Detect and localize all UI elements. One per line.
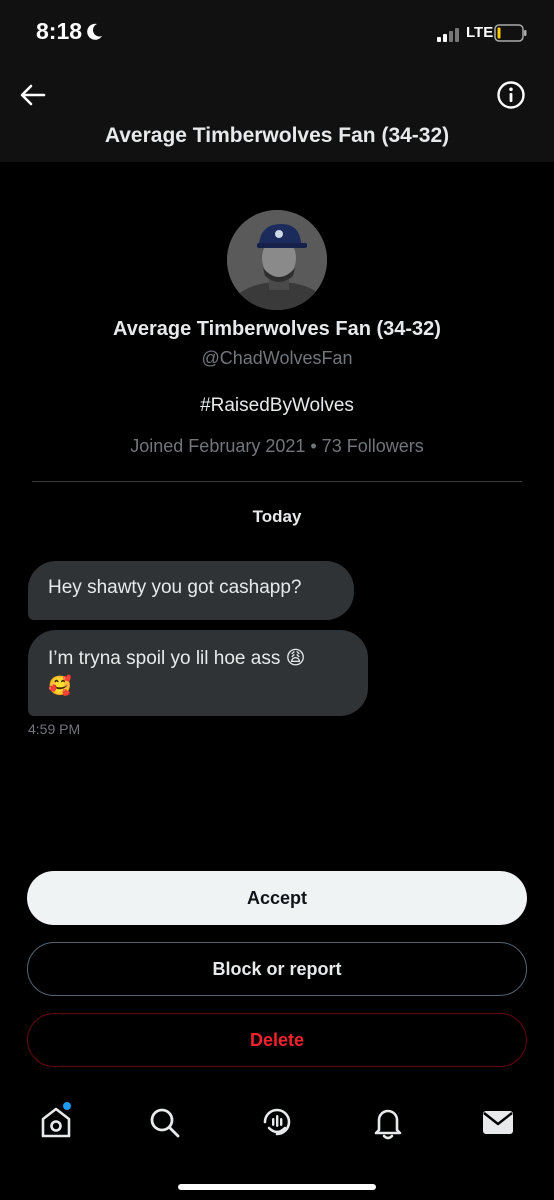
notifications-icon (374, 1109, 402, 1140)
header-title: Average Timberwolves Fan (34-32) (104, 124, 450, 147)
nav-messages[interactable] (478, 1102, 518, 1142)
battery-icon (494, 24, 527, 42)
message-text: I’m tryna spoil yo lil hoe ass 😩 (48, 648, 306, 669)
profile-meta: Joined February 2021 • 73 Followers (130, 436, 424, 456)
nav-search[interactable] (144, 1102, 184, 1142)
avatar-image (227, 210, 327, 310)
spaces-icon (263, 1108, 291, 1136)
status-time: 8:18 (36, 18, 83, 44)
messages-icon (483, 1111, 513, 1134)
nav-spaces[interactable] (257, 1102, 297, 1142)
search-icon (150, 1108, 180, 1138)
message-text: Hey shawty you got cashapp? (48, 577, 302, 598)
profile-bio: #RaisedByWolves (200, 395, 354, 416)
notification-dot (63, 1102, 71, 1110)
accept-button-label: Accept (246, 887, 308, 908)
back-arrow-icon[interactable] (18, 80, 48, 110)
bottom-nav (0, 1080, 554, 1200)
nav-home[interactable] (36, 1102, 76, 1142)
profile-name[interactable]: Average Timberwolves Fan (34-32) (0, 318, 554, 341)
delete-button-label: Delete (249, 1029, 305, 1050)
home-indicator (178, 1184, 376, 1190)
status-bar: 8:18 LTE (0, 0, 554, 68)
moon-icon (87, 23, 102, 40)
dm-request-screen: 8:18 LTE Average Timberwolves Fan (34-32… (0, 0, 554, 1200)
block-or-report-button[interactable]: Block or report (27, 942, 527, 996)
avatar[interactable] (227, 210, 327, 310)
delete-button[interactable]: Delete (27, 1013, 527, 1067)
message-timestamp: 4:59 PM (28, 721, 81, 737)
nav-notifications[interactable] (368, 1102, 408, 1142)
profile-handle: @ChadWolvesFan (201, 348, 353, 368)
message-bubble[interactable]: I’m tryna spoil yo lil hoe ass 😩 🥰 (28, 630, 368, 716)
accept-button[interactable]: Accept (27, 871, 527, 925)
message-text-emoji: 🥰 (48, 676, 72, 697)
divider (32, 481, 522, 482)
info-icon[interactable] (496, 80, 526, 110)
message-bubble[interactable]: Hey shawty you got cashapp? (28, 561, 354, 620)
conversation-header: Average Timberwolves Fan (34-32) (0, 68, 554, 162)
signal-icon (437, 28, 459, 42)
day-label: Today (252, 507, 302, 526)
network-label: LTE (466, 24, 494, 41)
block-or-report-label: Block or report (212, 958, 342, 979)
